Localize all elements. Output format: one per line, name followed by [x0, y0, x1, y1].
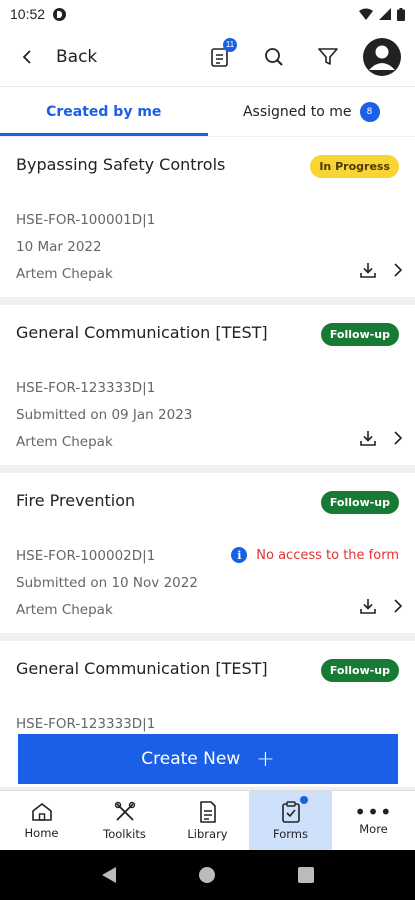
nav-label: Toolkits	[103, 826, 146, 841]
nav-label: More	[359, 821, 388, 836]
form-author: Artem Chepak	[16, 602, 113, 618]
form-date: Submitted on 09 Jan 2023	[16, 407, 193, 423]
search-button[interactable]	[247, 28, 301, 86]
download-icon[interactable]	[359, 261, 377, 279]
more-icon: •••	[354, 799, 393, 824]
form-date: 10 Mar 2022	[16, 239, 102, 255]
nav-library[interactable]: Library	[166, 791, 249, 850]
bottom-navigation: Home Toolkits Library Forms ••• More	[0, 790, 415, 850]
google-icon	[53, 7, 67, 21]
avatar[interactable]	[363, 38, 401, 76]
nav-label: Forms	[273, 826, 308, 841]
info-icon: i	[231, 547, 248, 563]
form-author: Artem Chepak	[16, 266, 113, 282]
form-code: HSE-FOR-100001D|1	[16, 212, 156, 228]
form-code: HSE-FOR-123333D|1	[16, 716, 156, 732]
library-icon	[199, 800, 216, 823]
download-icon[interactable]	[359, 429, 377, 447]
tab-created-by-me[interactable]: Created by me	[0, 87, 208, 136]
list-item[interactable]: General Communication [TEST] Follow-up H…	[0, 305, 415, 465]
status-badge: Follow-up	[320, 491, 399, 514]
list-item[interactable]: Fire Prevention Follow-up HSE-FOR-100002…	[0, 473, 415, 633]
toolkits-icon	[114, 801, 135, 821]
forms-icon	[281, 800, 300, 823]
chevron-right-icon[interactable]	[393, 262, 403, 278]
user-icon	[369, 45, 395, 70]
form-code: HSE-FOR-100002D|1	[16, 548, 156, 564]
tab-label: Assigned to me	[242, 103, 352, 120]
plus-icon: +	[256, 746, 275, 772]
status-badge: Follow-up	[320, 323, 399, 346]
chevron-left-icon	[22, 50, 31, 64]
form-date: Submitted on 10 Nov 2022	[16, 575, 198, 591]
nav-label: Library	[187, 826, 228, 841]
search-icon	[265, 48, 283, 66]
battery-icon	[397, 7, 405, 21]
assigned-count-badge: 8	[359, 101, 380, 122]
notification-dot	[300, 796, 308, 804]
tab-label: Created by me	[46, 103, 162, 120]
form-code: HSE-FOR-123333D|1	[16, 380, 156, 396]
signal-icon	[379, 8, 391, 20]
forms-count-badge: 11	[223, 38, 237, 52]
create-new-label: Create New	[141, 749, 241, 769]
form-list-button[interactable]: 11	[193, 28, 247, 86]
tab-bar: Created by me Assigned to me 8	[0, 86, 415, 136]
create-new-button[interactable]: Create New +	[18, 734, 398, 784]
system-back-icon[interactable]	[101, 866, 117, 884]
list-item[interactable]: Bypassing Safety Controls In Progress HS…	[0, 137, 415, 297]
back-label: Back	[56, 47, 98, 67]
nav-home[interactable]: Home	[0, 791, 83, 850]
wifi-icon	[359, 8, 373, 20]
warning-text: No access to the form	[256, 547, 399, 563]
nav-label: Home	[24, 825, 59, 840]
forms-list[interactable]: Bypassing Safety Controls In Progress HS…	[0, 137, 415, 787]
system-navigation-bar	[0, 850, 415, 900]
tab-assigned-to-me[interactable]: Assigned to me 8	[208, 87, 415, 136]
status-badge: In Progress	[310, 155, 399, 178]
system-recents-icon[interactable]	[298, 867, 315, 883]
access-warning: i No access to the form	[231, 547, 399, 563]
status-bar: 10:52	[0, 0, 415, 28]
filter-button[interactable]	[301, 28, 355, 86]
form-author: Artem Chepak	[16, 434, 113, 450]
nav-more[interactable]: ••• More	[332, 791, 415, 850]
back-button[interactable]: Back	[0, 28, 97, 86]
filter-icon	[318, 48, 338, 65]
home-icon	[31, 802, 52, 821]
nav-forms[interactable]: Forms	[249, 791, 332, 850]
chevron-right-icon[interactable]	[393, 430, 403, 446]
download-icon[interactable]	[359, 597, 377, 615]
nav-toolkits[interactable]: Toolkits	[83, 791, 166, 850]
chevron-right-icon[interactable]	[393, 598, 403, 614]
top-app-bar: Back 11	[0, 28, 415, 86]
status-time: 10:52	[10, 6, 46, 22]
status-badge: Follow-up	[320, 659, 399, 682]
system-home-icon[interactable]	[198, 866, 216, 884]
